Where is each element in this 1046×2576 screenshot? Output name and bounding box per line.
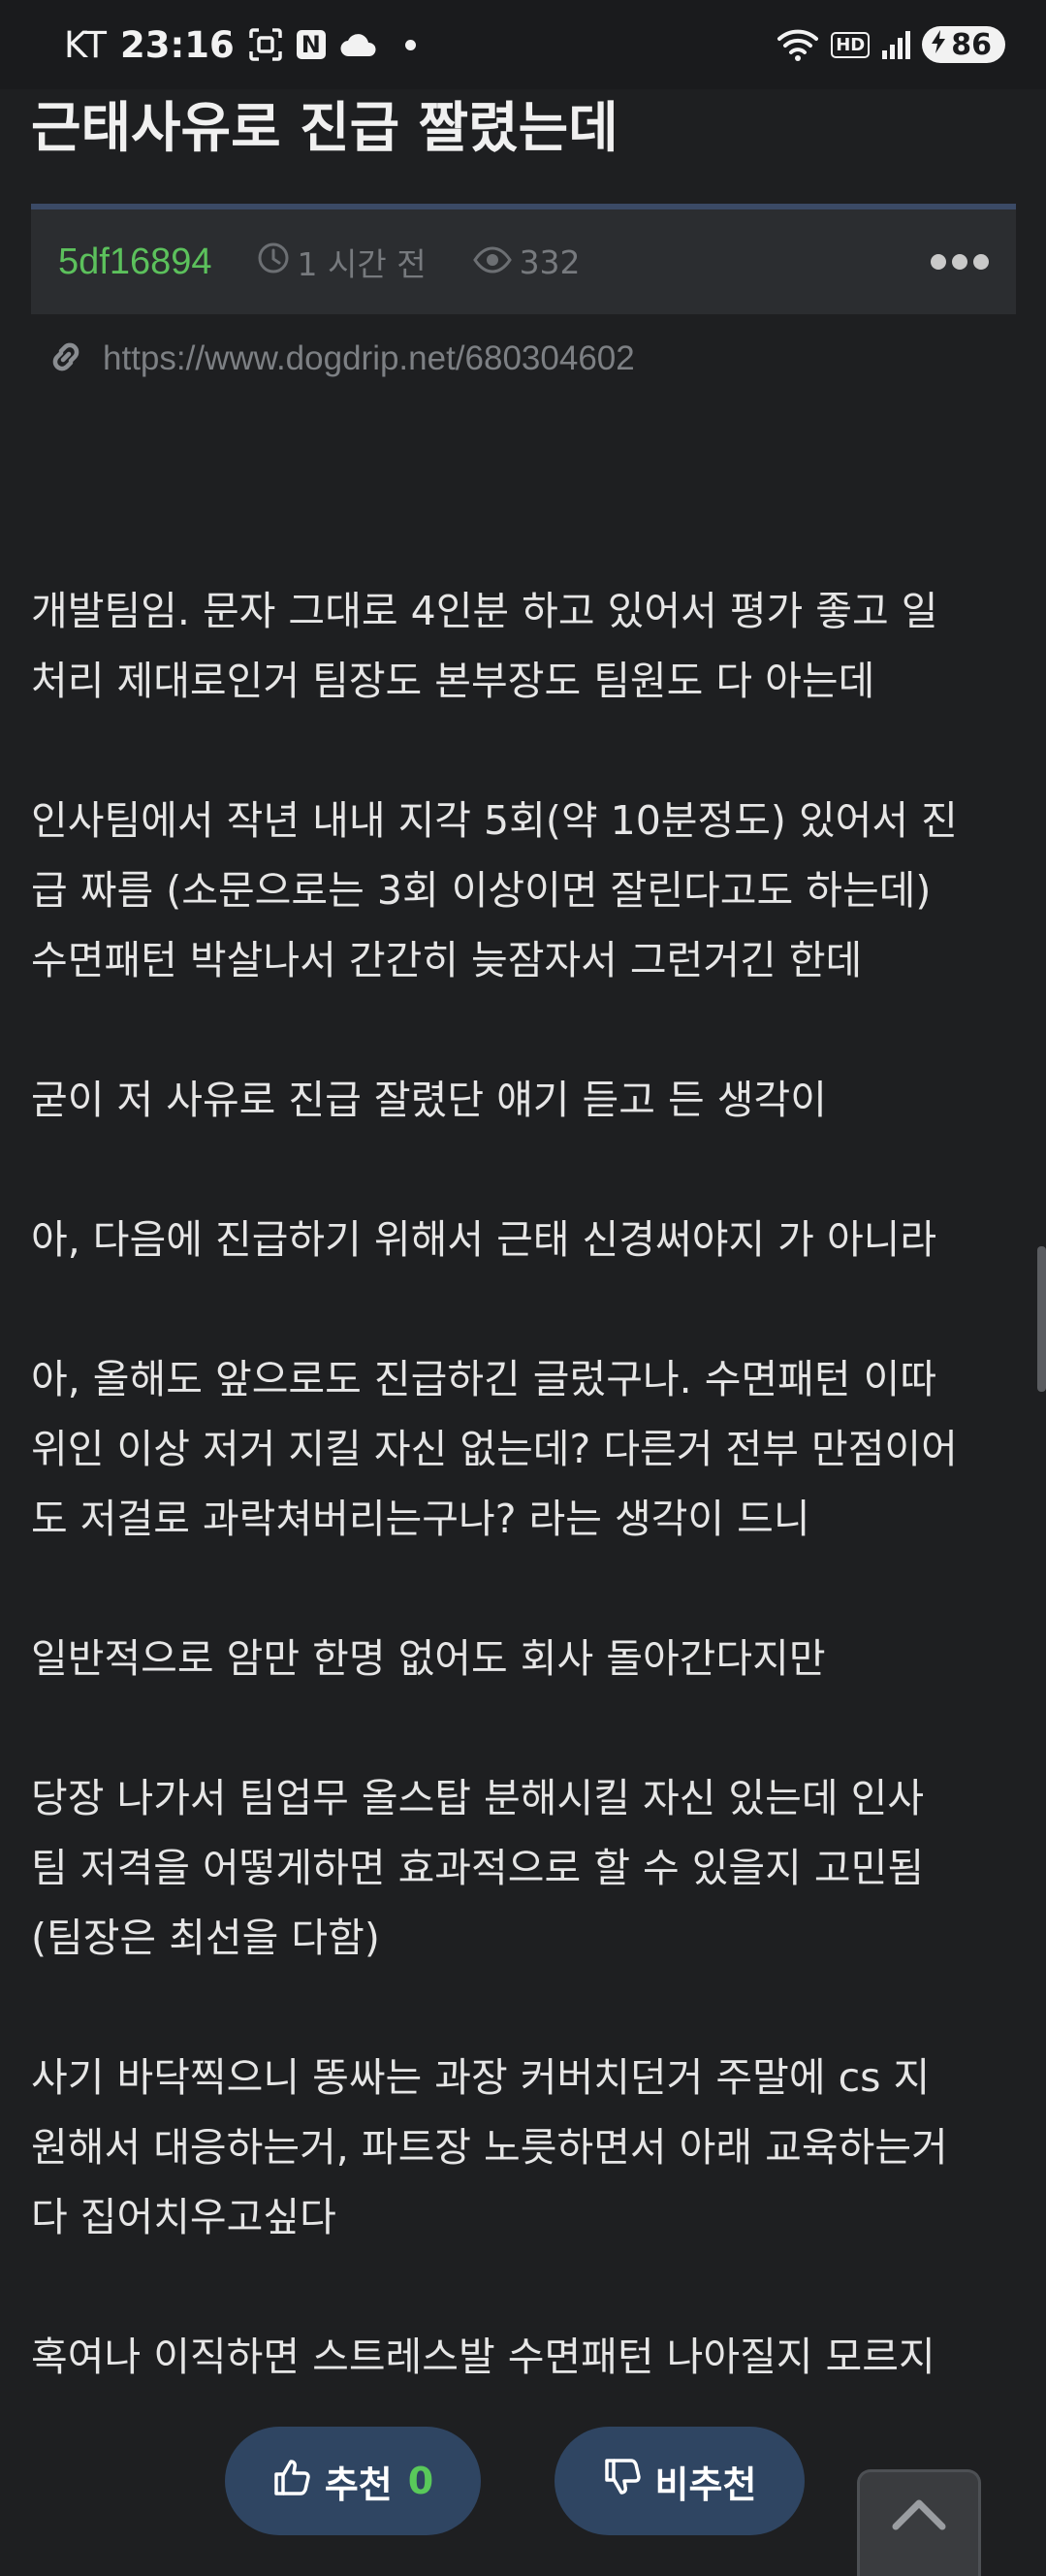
text-line: 급 짜름 (소문으로는 3회 이상이면 잘린다고도 하는데) — [31, 867, 932, 914]
post-time-text: 1 시간 전 — [297, 245, 427, 283]
upvote-button[interactable]: 추천 0 — [225, 2427, 481, 2535]
author-name[interactable]: 5df16894 — [58, 242, 212, 283]
text-line: 아, 다음에 진급하기 위해서 근태 신경써야지 가 아니라 — [31, 1216, 937, 1263]
paragraph: 굳이 저 사유로 진급 잘렸단 얘기 듣고 든 생각이 — [31, 1065, 1020, 1135]
more-icon[interactable] — [931, 254, 989, 270]
post-views-count: 332 — [519, 242, 581, 281]
downvote-button[interactable]: 비추천 — [555, 2427, 805, 2535]
naver-n-icon: N — [296, 30, 326, 59]
carrier-label: KT — [64, 23, 107, 66]
post-time: 1 시간 전 — [257, 239, 427, 285]
text-line: 아, 올해도 앞으로도 진급하긴 글렀구나. 수면패턴 이따 — [31, 1356, 937, 1402]
scroll-to-top-button[interactable] — [857, 2469, 981, 2576]
downvote-label: 비추천 — [654, 2463, 757, 2506]
text-line: 팀 저격을 어떻게하면 효과적으로 할 수 있을지 고민됨 — [31, 1845, 925, 1891]
paragraph: 개발팀임. 문자 그대로 4인분 하고 있어서 평가 좋고 일 처리 제대로인거… — [31, 576, 1020, 716]
clock-icon — [257, 242, 290, 282]
paragraph: 혹여나 이직하면 스트레스발 수면패턴 나아질지 모르지 — [31, 2322, 1020, 2392]
text-line: 다 집어치우고싶다 — [31, 2194, 336, 2240]
text-line: 위인 이상 저거 지킬 자신 없는데? 다른거 전부 만점이어 — [31, 1426, 958, 1472]
text-line: 수면패턴 박살나서 간간히 늦잠자서 그런거긴 한데 — [31, 937, 863, 983]
notification-dot — [404, 39, 416, 50]
status-bar-left: KT 23:16 N — [64, 24, 416, 66]
upvote-count: 0 — [407, 2460, 434, 2502]
post-url-row[interactable]: https://www.dogdrip.net/680304602 — [45, 336, 635, 382]
chevron-up-icon — [890, 2494, 948, 2576]
upvote-label: 추천 — [324, 2463, 393, 2506]
paragraph: 당장 나가서 팀업무 올스탑 분해시킬 자신 있는데 인사 팀 저격을 어떻게하… — [31, 1763, 1020, 1973]
battery-indicator: 86 — [922, 26, 1005, 63]
paragraph: 아, 올해도 앞으로도 진급하긴 글렀구나. 수면패턴 이따 위인 이상 저거 … — [31, 1344, 1020, 1554]
text-line: 처리 제대로인거 팀장도 본부장도 팀원도 다 아는데 — [31, 658, 875, 704]
wifi-icon — [777, 27, 819, 62]
scrollbar-thumb[interactable] — [1037, 1246, 1046, 1392]
thumbs-down-icon — [603, 2457, 644, 2506]
thumbs-up-icon — [272, 2457, 313, 2506]
text-line: 인사팀에서 작년 내내 지각 5회(약 10분정도) 있어서 진 — [31, 797, 958, 844]
eye-icon — [472, 243, 512, 281]
text-line: 개발팀임. 문자 그대로 4인분 하고 있어서 평가 좋고 일 — [31, 588, 938, 634]
paragraph: 아, 다음에 진급하기 위해서 근태 신경써야지 가 아니라 — [31, 1205, 1020, 1274]
post-views: 332 — [472, 242, 581, 281]
text-line: 일반적으로 암만 한명 없어도 회사 돌아간다지만 — [31, 1635, 826, 1682]
text-line: 혹여나 이직하면 스트레스발 수면패턴 나아질지 모르지 — [31, 2334, 935, 2380]
signal-icon — [881, 29, 911, 60]
post-url[interactable]: https://www.dogdrip.net/680304602 — [103, 339, 635, 378]
status-bar-right: HD 86 — [777, 26, 1005, 63]
text-line: 당장 나가서 팀업무 올스탑 분해시킬 자신 있는데 인사 — [31, 1775, 925, 1821]
text-line: (팀장은 최선을 다함) — [31, 1915, 380, 1961]
paragraph: 사기 바닥찍으니 똥싸는 과장 커버치던거 주말에 cs 지 원해서 대응하는거… — [31, 2043, 1020, 2252]
paragraph: 일반적으로 암만 한명 없어도 회사 돌아간다지만 — [31, 1624, 1020, 1693]
status-bar: KT 23:16 N HD 86 — [0, 0, 1046, 89]
clock-time: 23:16 — [120, 23, 235, 66]
post-title: 근태사유로 진급 짤렸는데 — [31, 97, 618, 160]
text-line: 굳이 저 사유로 진급 잘렸단 얘기 듣고 든 생각이 — [31, 1077, 827, 1123]
post-meta-bar: 5df16894 1 시간 전 332 — [31, 204, 1016, 314]
battery-icon — [930, 28, 947, 62]
text-line: 도 저걸로 과락쳐버리는구나? 라는 생각이 드니 — [31, 1496, 810, 1542]
battery-level: 86 — [951, 27, 992, 62]
paragraph: 인사팀에서 작년 내내 지각 5회(약 10분정도) 있어서 진 급 짜름 (소… — [31, 786, 1020, 995]
text-line: 원해서 대응하는거, 파트장 노릇하면서 아래 교육하는거 — [31, 2124, 948, 2171]
text-line: 사기 바닥찍으니 똥싸는 과장 커버치던거 주말에 cs 지 — [31, 2054, 931, 2101]
qr-scan-icon — [248, 27, 283, 62]
post-body: 개발팀임. 문자 그대로 4인분 하고 있어서 평가 좋고 일 처리 제대로인거… — [31, 576, 1020, 2462]
cloud-icon — [339, 31, 378, 58]
link-icon — [45, 336, 87, 382]
hd-voice-badge: HD — [831, 31, 871, 58]
